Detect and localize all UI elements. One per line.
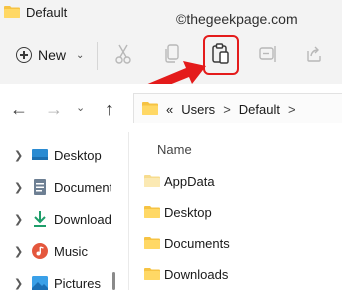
sidebar-scrollbar[interactable] xyxy=(112,272,115,290)
breadcrumb-segment-users[interactable]: Users xyxy=(181,102,215,117)
downloads-icon xyxy=(34,211,46,227)
navigation-pane: ❯ Desktop ❯ Documents ❯ Downloads ❯ xyxy=(0,132,111,290)
list-item[interactable]: AppData xyxy=(144,170,215,192)
list-item[interactable]: Downloads xyxy=(144,263,228,285)
plus-icon xyxy=(16,47,32,63)
up-button[interactable]: ↑ xyxy=(105,100,114,118)
sidebar-item-label: Pictures xyxy=(54,275,101,290)
sidebar-item-label: Music xyxy=(54,243,88,259)
watermark: ©thegeekpage.com xyxy=(176,11,298,27)
forward-button[interactable]: → xyxy=(45,100,63,118)
column-header-name[interactable]: Name xyxy=(157,142,192,157)
folder-icon xyxy=(144,268,160,280)
sidebar-item-music[interactable]: ❯ Music xyxy=(14,239,88,263)
sidebar-item-downloads[interactable]: ❯ Downloads xyxy=(14,207,111,231)
rename-icon[interactable] xyxy=(259,45,279,63)
new-button-label: New xyxy=(38,47,67,63)
chevron-down-icon: ⌄ xyxy=(76,49,85,61)
breadcrumb-segment-default[interactable]: Default xyxy=(239,102,280,117)
chevron-right-icon[interactable]: ❯ xyxy=(14,277,28,290)
cut-icon[interactable] xyxy=(114,44,132,64)
breadcrumb-separator: > xyxy=(287,102,296,117)
breadcrumb: « Users > Default > xyxy=(166,102,296,117)
folder-icon xyxy=(142,102,158,115)
breadcrumb-overflow[interactable]: « xyxy=(166,102,173,117)
sidebar-item-documents[interactable]: ❯ Documents xyxy=(14,175,111,199)
list-item[interactable]: Desktop xyxy=(144,201,212,223)
documents-icon xyxy=(34,179,46,195)
breadcrumb-separator: > xyxy=(223,102,231,117)
recent-locations-chevron-icon[interactable]: ⌄ xyxy=(76,101,85,114)
file-name: Desktop xyxy=(164,204,212,220)
file-name: Documents xyxy=(164,235,230,251)
music-icon xyxy=(32,243,48,259)
sidebar-item-label: Documents xyxy=(54,179,111,195)
file-name: Downloads xyxy=(164,266,229,282)
desktop-icon xyxy=(32,149,48,160)
chevron-right-icon[interactable]: ❯ xyxy=(14,181,28,194)
list-item[interactable]: Documents xyxy=(144,232,230,254)
folder-icon xyxy=(144,237,160,249)
pane-divider[interactable] xyxy=(128,132,129,290)
pictures-icon xyxy=(32,276,48,290)
toolbar-separator xyxy=(97,42,98,70)
sidebar-item-label: Desktop xyxy=(54,147,102,163)
folder-light-icon xyxy=(144,175,160,187)
sidebar-item-desktop[interactable]: ❯ Desktop xyxy=(14,143,102,167)
chevron-right-icon[interactable]: ❯ xyxy=(14,149,28,162)
chevron-right-icon[interactable]: ❯ xyxy=(14,213,28,226)
new-button[interactable]: New ⌄ xyxy=(16,43,84,67)
folder-icon xyxy=(144,206,160,218)
chevron-right-icon[interactable]: ❯ xyxy=(14,245,28,258)
window-title: Default xyxy=(26,5,68,20)
file-name: AppData xyxy=(164,173,215,189)
sidebar-item-label: Downloads xyxy=(54,211,111,227)
sidebar-item-pictures[interactable]: ❯ Pictures xyxy=(14,271,101,290)
share-icon[interactable] xyxy=(305,45,323,63)
back-button[interactable]: ← xyxy=(10,100,28,118)
folder-icon xyxy=(4,6,20,18)
